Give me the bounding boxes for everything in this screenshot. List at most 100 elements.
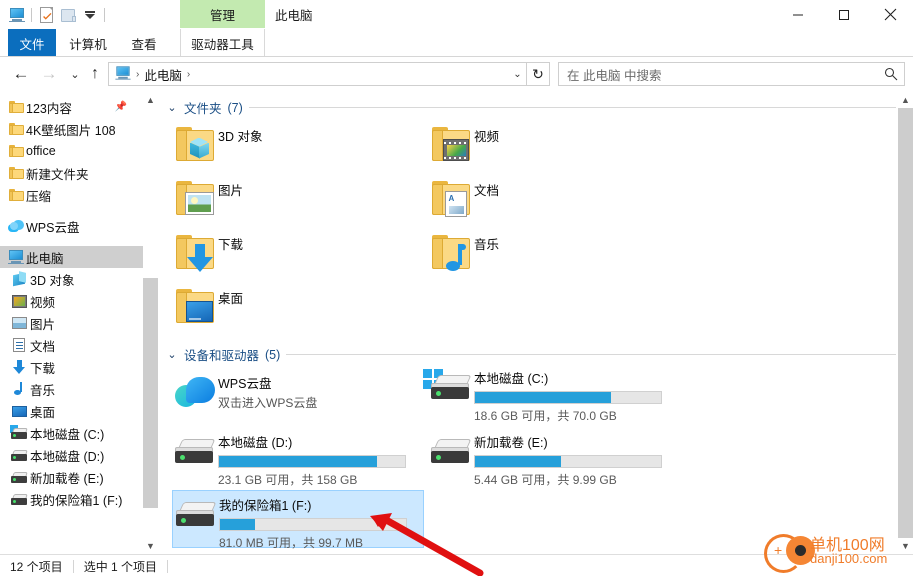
tab-drive-tools[interactable]: 驱动器工具 (180, 29, 265, 57)
folder-tile-downloads[interactable]: 下载 (172, 230, 422, 282)
scrollbar-thumb[interactable] (143, 278, 158, 508)
folder-desktop-icon (172, 284, 218, 330)
folder-tile-pictures[interactable]: 图片 (172, 176, 422, 228)
this-pc-icon[interactable] (6, 4, 28, 26)
folder-tile-desktop[interactable]: 桌面 (172, 284, 422, 336)
sidebar-item-this-pc[interactable]: 此电脑 (0, 246, 143, 268)
folder-pictures-icon (172, 176, 218, 222)
sidebar-item-label: 我的保险箱1 (F:) (30, 493, 123, 508)
drive-icon (173, 491, 219, 537)
breadcrumb-separator: › (136, 68, 140, 80)
breadcrumb-separator[interactable]: › (187, 69, 190, 80)
scroll-up-icon[interactable]: ▲ (898, 92, 913, 108)
sidebar-item-videos[interactable]: 视频 (0, 290, 143, 312)
chevron-down-icon[interactable]: ⌄ (166, 348, 178, 361)
sidebar-item-drive-c[interactable]: 本地磁盘 (C:) (0, 422, 143, 444)
sidebar-item-123content[interactable]: 123内容 📌 (0, 96, 143, 118)
sidebar-scrollbar[interactable]: ▲ ▼ (143, 92, 158, 554)
drive-icon (11, 469, 28, 485)
sidebar-item-compressed[interactable]: 压缩 (0, 184, 143, 206)
drive-tile-f[interactable]: 我的保险箱1 (F:) 81.0 MB 可用，共 99.7 MB (172, 490, 424, 550)
drive-tile-e[interactable]: 新加载卷 (E:) 5.44 GB 可用，共 9.99 GB (428, 428, 688, 487)
contextual-tab-header: 管理 (180, 0, 265, 28)
sidebar-item-downloads[interactable]: 下载 (0, 356, 143, 378)
item-name: 本地磁盘 (C:) (474, 372, 549, 386)
forward-button[interactable]: → (36, 61, 62, 87)
folder-icon (8, 99, 24, 115)
folder-tile-3d-objects[interactable]: 3D 对象 (172, 122, 422, 174)
search-input[interactable]: 在 此电脑 中搜索 (559, 65, 878, 84)
drive-tile-c[interactable]: 本地磁盘 (C:) 18.6 GB 可用，共 70.0 GB (423, 364, 688, 423)
sidebar-item-3d-objects[interactable]: 3D 对象 (0, 268, 143, 290)
group-header-folders[interactable]: ⌄ 文件夹 (7) (166, 98, 896, 117)
sidebar-item-4k-wallpaper[interactable]: 4K壁纸图片 108 (0, 118, 143, 140)
chevron-down-icon[interactable]: ⌄ (166, 101, 178, 114)
sidebar-item-drive-f[interactable]: 我的保险箱1 (F:) (0, 488, 143, 510)
sidebar-item-documents[interactable]: 文档 (0, 334, 143, 356)
address-dropdown-icon[interactable]: ⌄ (508, 62, 528, 86)
group-title: 设备和驱动器 (184, 349, 260, 363)
tab-computer[interactable]: 计算机 (62, 29, 114, 57)
capacity-bar (218, 455, 406, 468)
minimize-button[interactable] (775, 0, 821, 29)
folder-tile-documents[interactable]: A 文档 (428, 176, 678, 228)
up-button[interactable]: ↑ (82, 61, 108, 87)
group-count: (5) (265, 347, 281, 362)
sidebar-item-label: WPS云盘 (26, 220, 80, 235)
capacity-bar (474, 455, 662, 468)
breadcrumb-current[interactable]: 此电脑 (144, 65, 182, 84)
tab-view[interactable]: 查看 (122, 29, 166, 57)
window-controls (775, 0, 913, 29)
sidebar-item-drive-d[interactable]: 本地磁盘 (D:) (0, 444, 143, 466)
divider (31, 8, 32, 22)
item-name: 我的保险箱1 (F:) (219, 499, 312, 513)
scrollbar-track[interactable] (898, 108, 913, 538)
sidebar-item-new-folder[interactable]: 新建文件夹 (0, 162, 143, 184)
breadcrumb[interactable]: › 此电脑 › (108, 62, 513, 86)
title-bar: 管理 此电脑 (0, 0, 913, 29)
folder-3d-objects-icon (172, 122, 218, 168)
windows-drive-icon (423, 364, 474, 410)
sidebar-item-drive-e[interactable]: 新加载卷 (E:) (0, 466, 143, 488)
drive-tile-d[interactable]: 本地磁盘 (D:) 23.1 GB 可用，共 158 GB (172, 428, 432, 487)
ribbon-tab-strip: 文件 计算机 查看 驱动器工具 ⌄ ? (0, 29, 913, 81)
scrollbar-thumb[interactable] (898, 108, 913, 538)
sidebar-item-label: 文档 (30, 339, 56, 354)
folder-downloads-icon (172, 230, 218, 276)
scroll-up-icon[interactable]: ▲ (143, 92, 158, 108)
sidebar-item-pictures[interactable]: 图片 (0, 312, 143, 334)
scroll-down-icon[interactable]: ▼ (143, 538, 158, 554)
this-pc-icon (8, 249, 24, 265)
drive-tile-wps-cloud[interactable]: WPS云盘 双击进入WPS云盘 (172, 369, 422, 421)
close-button[interactable] (867, 0, 913, 29)
main-scrollbar[interactable]: ▲ ▼ (898, 92, 913, 554)
new-folder-icon[interactable] (57, 4, 79, 26)
item-name: 图片 (218, 184, 244, 198)
tab-file[interactable]: 文件 (8, 29, 56, 57)
refresh-icon[interactable]: ↻ (526, 62, 550, 86)
group-title: 文件夹 (184, 102, 222, 116)
scrollbar-track[interactable] (143, 108, 158, 538)
properties-icon[interactable] (35, 4, 57, 26)
folder-icon (8, 143, 24, 159)
sidebar-item-label: 桌面 (30, 405, 56, 420)
watermark-line2: danji100.com (810, 551, 888, 566)
sidebar-item-wps-cloud[interactable]: WPS云盘 (0, 215, 143, 237)
maximize-button[interactable] (821, 0, 867, 29)
item-name: WPS云盘 (218, 377, 272, 391)
sidebar-item-music[interactable]: 音乐 (0, 378, 143, 400)
folder-videos-icon (428, 122, 474, 168)
item-name: 下载 (218, 238, 244, 252)
group-header-devices[interactable]: ⌄ 设备和驱动器 (5) (166, 345, 896, 364)
pin-icon[interactable]: 📌 (115, 102, 127, 113)
group-rule (248, 107, 896, 108)
back-button[interactable]: ← (8, 61, 34, 87)
folder-tile-videos[interactable]: 视频 (428, 122, 678, 174)
customize-dropdown-icon[interactable] (79, 4, 101, 26)
folder-tile-music[interactable]: 音乐 (428, 230, 678, 282)
sidebar-item-office[interactable]: office (0, 140, 143, 162)
search-icon[interactable] (878, 67, 904, 81)
sidebar-item-desktop[interactable]: 桌面 (0, 400, 143, 422)
search-box[interactable]: 在 此电脑 中搜索 (558, 62, 905, 86)
drive-icon (11, 491, 28, 507)
